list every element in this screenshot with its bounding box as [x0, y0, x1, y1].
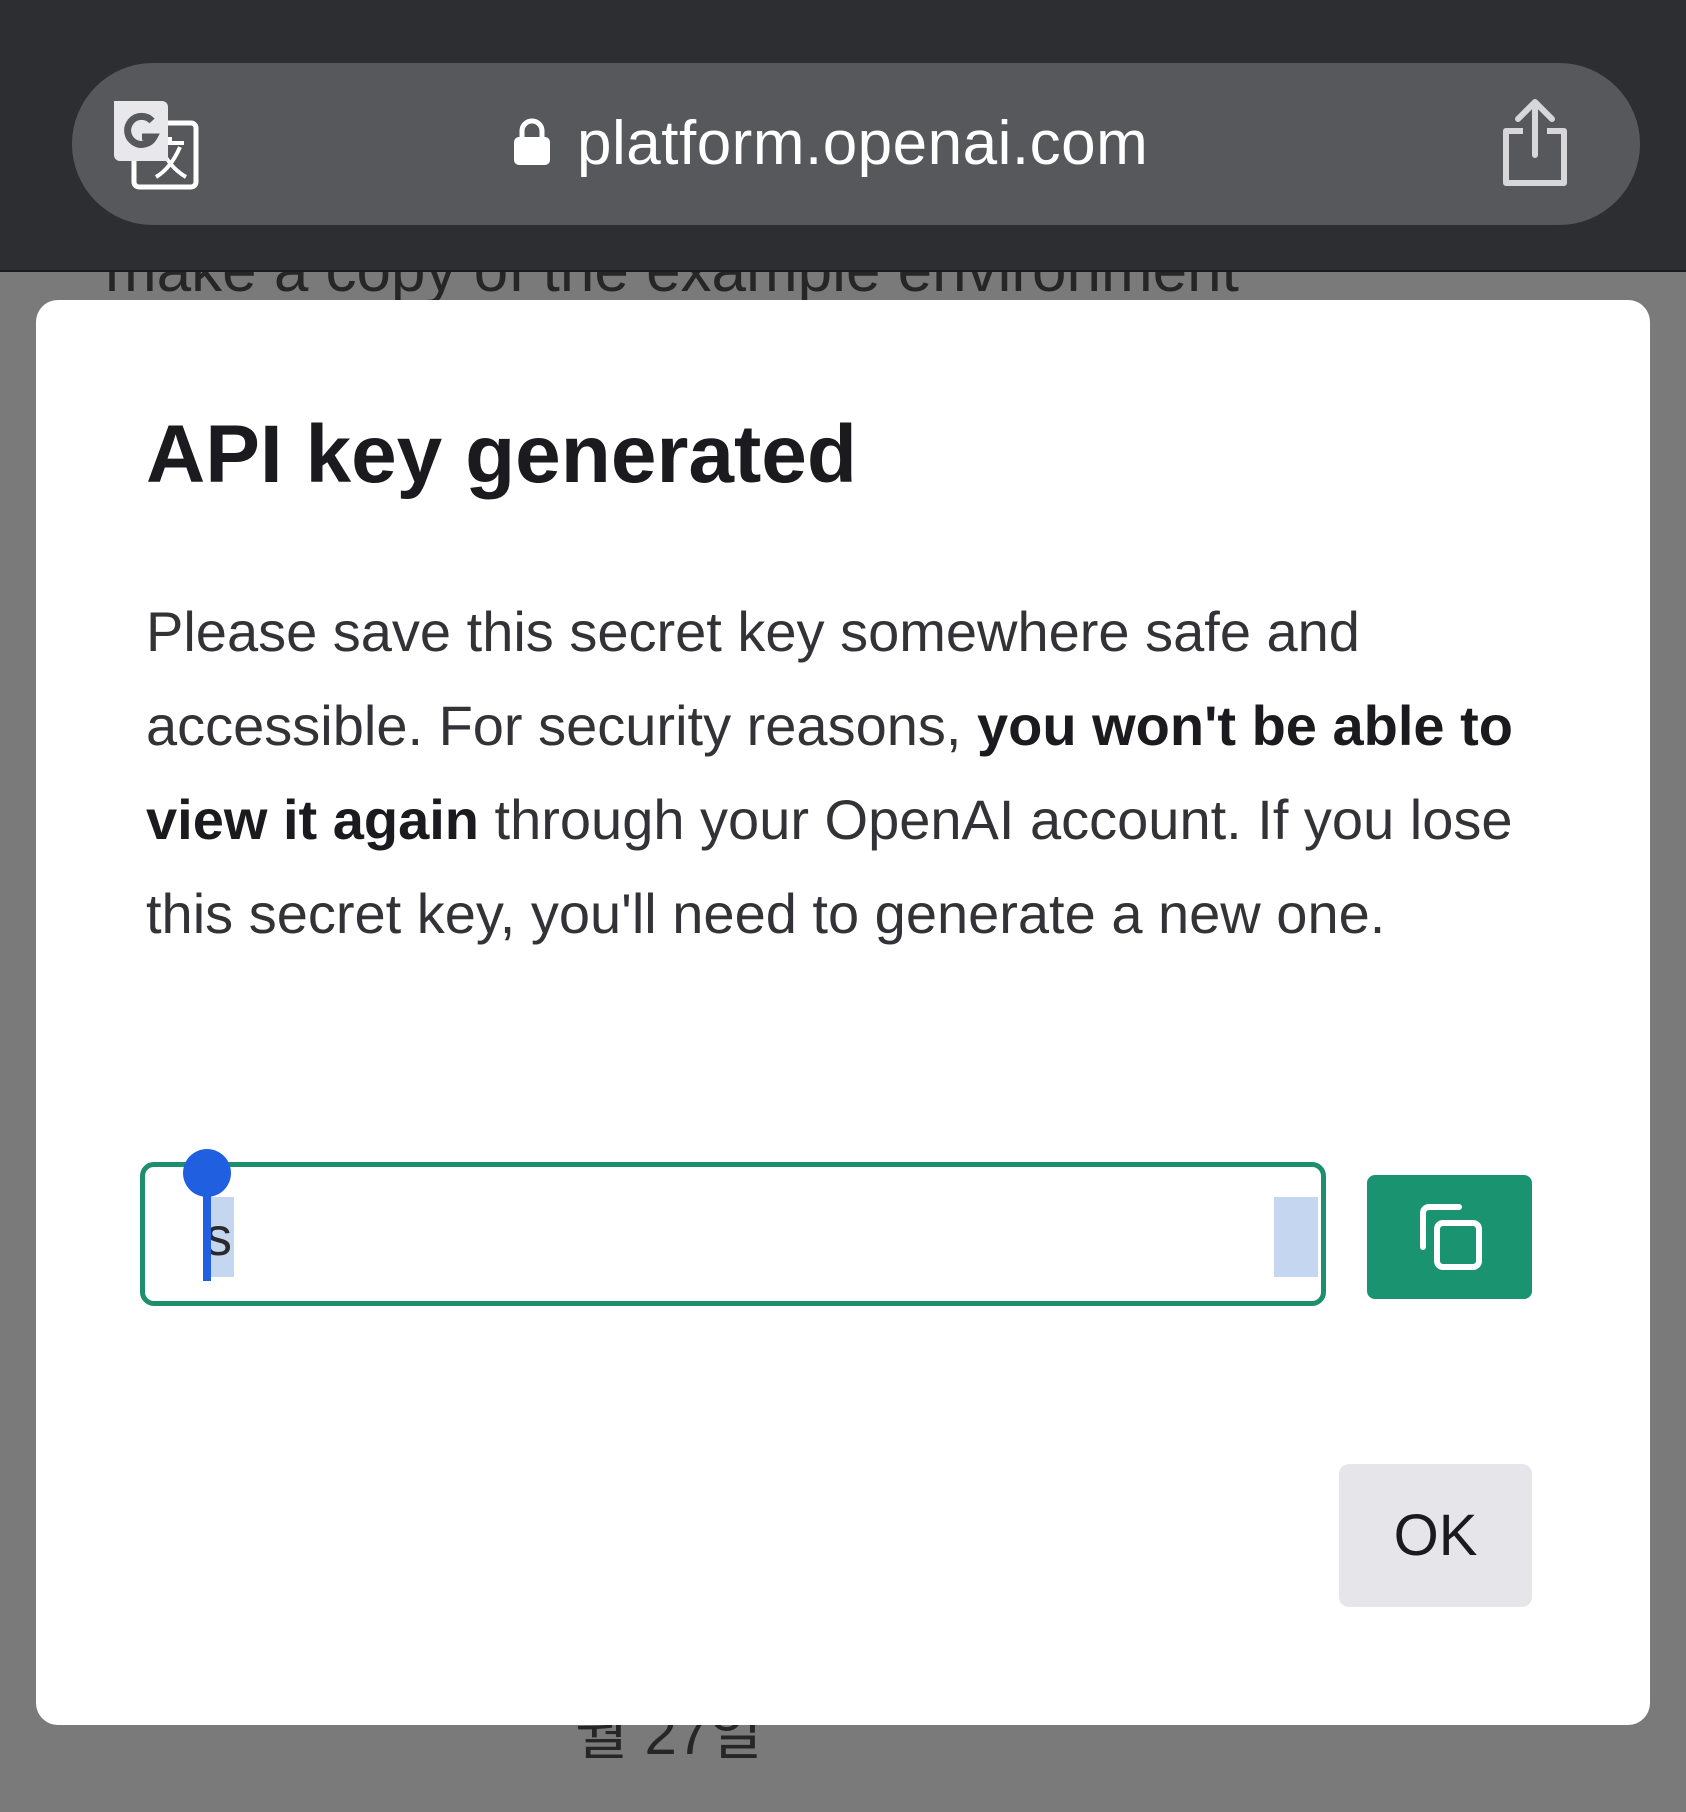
google-translate-icon[interactable] [106, 97, 200, 191]
dialog-title: API key generated [146, 409, 857, 500]
selection-start-handle[interactable] [203, 1191, 211, 1281]
share-icon[interactable] [1498, 97, 1572, 187]
api-key-dialog: API key generated Please save this secre… [36, 300, 1650, 1725]
dialog-message: Please save this secret key somewhere sa… [146, 585, 1566, 961]
browser-toolbar: platform.openai.com [0, 0, 1686, 272]
copy-key-button[interactable] [1367, 1175, 1532, 1299]
selection-end-highlight [1274, 1197, 1318, 1277]
selection-start-knob[interactable] [183, 1149, 231, 1197]
ok-button[interactable]: OK [1339, 1464, 1532, 1607]
copy-icon [1420, 1204, 1482, 1270]
address-bar[interactable]: platform.openai.com [72, 63, 1640, 225]
secret-key-field[interactable]: s [140, 1149, 1326, 1306]
url-text: platform.openai.com [577, 109, 1149, 178]
lock-icon [512, 117, 552, 165]
